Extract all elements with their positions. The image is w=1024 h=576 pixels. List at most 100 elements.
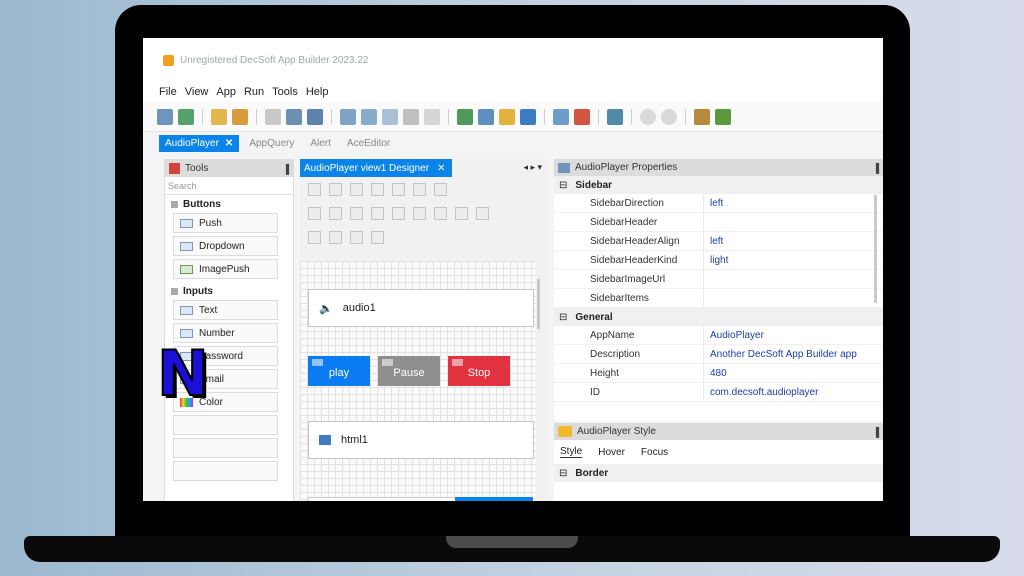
property-value[interactable]: light (704, 251, 883, 269)
download-icon[interactable] (694, 108, 710, 125)
close-icon[interactable]: ✕ (225, 138, 233, 149)
tab-audioplayer[interactable]: AudioPlayer ✕ (159, 135, 240, 152)
property-value[interactable]: Another DecSoft App Builder app (704, 345, 883, 363)
category-inputs[interactable]: Inputs (165, 282, 293, 300)
new-app-icon[interactable] (157, 108, 173, 125)
tool-push[interactable]: Push (173, 213, 278, 233)
export-icon[interactable] (478, 108, 494, 125)
align-icon[interactable] (350, 182, 363, 196)
view-icon[interactable] (340, 108, 356, 125)
property-row[interactable]: Description Another DecSoft App Builder a… (554, 345, 883, 364)
redo-icon[interactable] (286, 108, 302, 125)
play-disabled-icon[interactable] (640, 108, 656, 125)
section-sidebar[interactable]: ⊟ Sidebar (554, 176, 883, 194)
anchor-icon[interactable] (392, 182, 405, 196)
run-icon[interactable] (607, 108, 623, 125)
tool-item-obscured[interactable] (173, 415, 278, 435)
tools-icon[interactable] (574, 108, 590, 125)
designer-scrollbar[interactable] (537, 279, 540, 329)
preview-icon[interactable] (371, 230, 384, 244)
edit-icon[interactable] (434, 182, 447, 196)
tab-focus[interactable]: Focus (641, 447, 668, 458)
bug-icon[interactable] (715, 108, 731, 125)
hand-icon[interactable] (329, 230, 342, 244)
open-icon[interactable] (178, 108, 194, 125)
property-row[interactable]: AppName AudioPlayer (554, 326, 883, 345)
copy-icon[interactable] (232, 108, 248, 125)
tool-item-obscured[interactable] (173, 438, 278, 458)
menu-file[interactable]: File (159, 86, 177, 102)
pin-icon[interactable]: ▐ (283, 164, 289, 174)
category-buttons[interactable]: Buttons (165, 195, 293, 213)
tool-item-obscured[interactable] (173, 461, 278, 481)
pin-icon[interactable]: ▐ (873, 163, 879, 173)
play-button[interactable]: play (308, 356, 370, 386)
tool-text[interactable]: Text (173, 300, 278, 320)
audio-component[interactable]: 🔈 audio1 (308, 289, 534, 327)
property-value[interactable]: left (704, 232, 883, 250)
copy-icon[interactable] (455, 206, 468, 220)
list-icon[interactable] (424, 108, 440, 125)
send-back-icon[interactable] (413, 206, 426, 220)
designer-tab[interactable]: AudioPlayer view1 Designer ✕ (300, 159, 452, 177)
property-row[interactable]: SidebarItems (554, 289, 883, 308)
section-general[interactable]: ⊟ General (554, 308, 883, 326)
stop-button[interactable]: Stop (448, 356, 510, 386)
tools-search-input[interactable]: Search (165, 177, 293, 195)
menu-view[interactable]: View (185, 86, 209, 102)
settings-icon[interactable] (553, 108, 569, 125)
bring-front-icon[interactable] (392, 206, 405, 220)
property-value[interactable]: 480 (704, 364, 883, 382)
tab-style[interactable]: Style (560, 446, 583, 458)
lock-icon[interactable] (329, 182, 342, 196)
tab-aceeditor[interactable]: AceEditor (341, 135, 396, 152)
align-right-icon[interactable] (350, 206, 363, 220)
property-row[interactable]: Height 480 (554, 364, 883, 383)
pin-icon[interactable]: ▐ (873, 427, 879, 437)
tab-appquery[interactable]: AppQuery (243, 135, 300, 152)
align-left-icon[interactable] (308, 206, 321, 220)
tab-scroll-arrows[interactable]: ◂ ▸ ▾ (523, 162, 542, 173)
window-icon[interactable] (382, 108, 398, 125)
component-partial[interactable] (308, 497, 458, 501)
paste-icon[interactable] (476, 206, 489, 220)
pointer-icon[interactable] (308, 230, 321, 244)
property-row[interactable]: SidebarImageUrl (554, 270, 883, 289)
undo-icon[interactable] (350, 230, 363, 244)
menu-tools[interactable]: Tools (272, 86, 298, 102)
tab-hover[interactable]: Hover (598, 447, 625, 458)
package-icon[interactable] (499, 108, 515, 125)
pause-button[interactable]: Pause (378, 356, 440, 386)
menu-app[interactable]: App (216, 86, 236, 102)
undo-icon[interactable] (265, 108, 281, 125)
section-border[interactable]: ⊟ Border (554, 464, 883, 482)
property-value[interactable] (704, 289, 883, 307)
align-center-icon[interactable] (329, 206, 342, 220)
property-row[interactable]: SidebarHeaderKind light (554, 251, 883, 270)
property-row[interactable]: SidebarHeader (554, 213, 883, 232)
build-icon[interactable] (457, 108, 473, 125)
menu-run[interactable]: Run (244, 86, 264, 102)
grid-icon[interactable] (361, 108, 377, 125)
property-row[interactable]: SidebarDirection left (554, 194, 883, 213)
property-value[interactable]: AudioPlayer (704, 326, 883, 344)
line-icon[interactable] (413, 182, 426, 196)
property-value[interactable] (704, 270, 883, 288)
property-value[interactable]: left (704, 194, 883, 212)
design-canvas[interactable]: 🔈 audio1 play Pause Stop html1 (300, 261, 536, 501)
tool-imagepush[interactable]: ImagePush (173, 259, 278, 279)
property-row[interactable]: SidebarHeaderAlign left (554, 232, 883, 251)
close-icon[interactable]: ✕ (437, 163, 445, 174)
distribute-icon[interactable] (371, 206, 384, 220)
zoom-icon[interactable] (308, 182, 321, 196)
deploy-icon[interactable] (520, 108, 536, 125)
stop-icon[interactable] (661, 108, 677, 125)
property-value[interactable] (704, 213, 883, 231)
component-partial-selected[interactable] (455, 497, 533, 501)
tab-alert[interactable]: Alert (304, 135, 337, 152)
save-icon[interactable] (211, 108, 227, 125)
properties-scrollbar[interactable] (874, 195, 877, 303)
refresh-icon[interactable] (434, 206, 447, 220)
property-value[interactable]: com.decsoft.audioplayer (704, 383, 883, 401)
paste-icon[interactable] (307, 108, 323, 125)
